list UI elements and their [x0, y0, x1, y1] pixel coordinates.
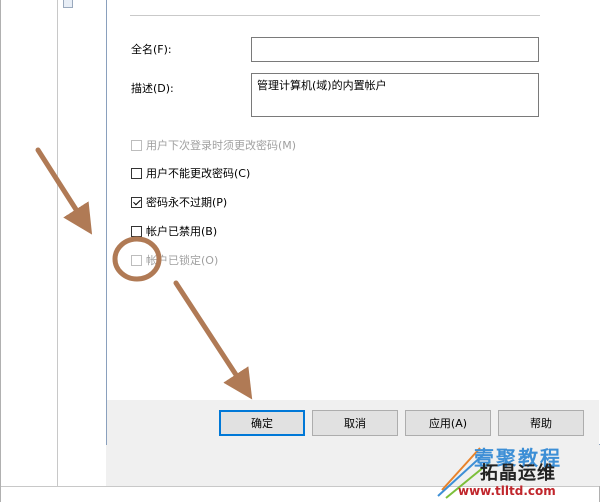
annotation-arrow-bottom [173, 280, 253, 400]
annotation-arrow-left [35, 147, 93, 235]
annotation-overlay [35, 147, 253, 400]
annotation-circle [112, 236, 162, 282]
watermark-line2: 拓晶运维 [480, 463, 556, 484]
watermark-url: www.tlltd.com [458, 484, 556, 498]
